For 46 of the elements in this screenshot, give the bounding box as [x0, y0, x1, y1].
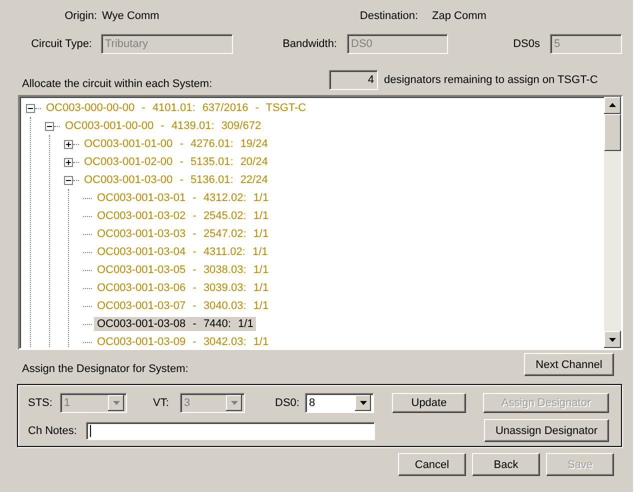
field-label: Circuit Type: — [30, 38, 92, 50]
dropdown-arrow-icon[interactable] — [355, 395, 371, 411]
scrollbar[interactable] — [604, 97, 621, 348]
tree-item[interactable]: OC003-001-03-07 - 3040.03: 1/1 — [94, 299, 272, 313]
tree-item[interactable]: OC003-001-01-00 - 4276.01: 19/24 — [81, 137, 271, 151]
scroll-thumb[interactable] — [604, 114, 621, 151]
scroll-up-icon[interactable] — [604, 97, 621, 114]
tree-item[interactable]: OC003-001-03-02 - 2545.02: 1/1 — [94, 209, 272, 223]
collapse-icon[interactable] — [64, 176, 73, 184]
tree-item[interactable]: OC003-001-00-00 - 4139.01: 309/672 — [62, 119, 264, 133]
origin-label: Origin: — [64, 10, 97, 22]
tree-item[interactable]: OC003-001-03-00 - 5136.01: 22/24 — [81, 173, 271, 187]
scroll-down-icon[interactable] — [604, 331, 621, 348]
field-label: DS0s — [512, 38, 540, 50]
action-button[interactable]: Cancel — [398, 453, 466, 476]
expand-icon[interactable] — [64, 158, 73, 166]
destination-label: Destination: — [358, 10, 418, 22]
remaining-text: designators remaining to assign on TSGT-C — [384, 74, 598, 86]
action-button[interactable]: Update — [392, 393, 466, 413]
notes-label: Ch Notes: — [28, 424, 78, 436]
combo-label: DS0: — [275, 397, 300, 409]
collapse-icon[interactable] — [45, 122, 54, 130]
origin-value: Wye Comm — [102, 10, 160, 22]
notes-field[interactable] — [86, 422, 375, 440]
action-button[interactable]: Back — [472, 453, 540, 476]
tree-item[interactable]: OC003-001-03-04 - 4311.02: 1/1 — [94, 245, 271, 259]
combo-label: VT: — [153, 397, 169, 409]
tree-item[interactable]: OC003-001-03-09 - 3042.03: 1/1 — [94, 335, 272, 348]
dropdown[interactable]: 8 — [305, 393, 374, 413]
assign-label: Assign the Designator for System: — [22, 363, 190, 375]
field-label: Bandwidth: — [282, 38, 337, 50]
destination-value: Zap Comm — [432, 10, 486, 22]
tree-item[interactable]: OC003-001-03-01 - 4312.02: 1/1 — [94, 191, 272, 205]
action-button[interactable]: Next Channel — [524, 353, 614, 376]
action-button[interactable]: Unassign Designator — [484, 419, 609, 442]
combo-label: STS: — [28, 397, 52, 409]
tree-item[interactable]: OC003-001-03-03 - 2547.02: 1/1 — [94, 227, 272, 241]
collapse-icon[interactable] — [26, 104, 35, 112]
tree-item[interactable]: OC003-001-03-08 - 7440: 1/1 — [94, 317, 256, 331]
tree-item[interactable]: OC003-001-03-06 - 3039.03: 1/1 — [94, 281, 272, 295]
tree-item[interactable]: OC003-001-03-05 - 3038.03: 1/1 — [94, 263, 272, 277]
allocate-label: Allocate the circuit within each System: — [22, 78, 214, 90]
tree-item[interactable]: OC003-001-02-00 - 5135.01: 20/24 — [81, 155, 271, 169]
count-field: 4 — [329, 70, 378, 90]
tree-item[interactable]: OC003-000-00-00 - 4101.01: 637/2016 - TSGT-C — [43, 101, 310, 115]
expand-icon[interactable] — [64, 140, 73, 148]
